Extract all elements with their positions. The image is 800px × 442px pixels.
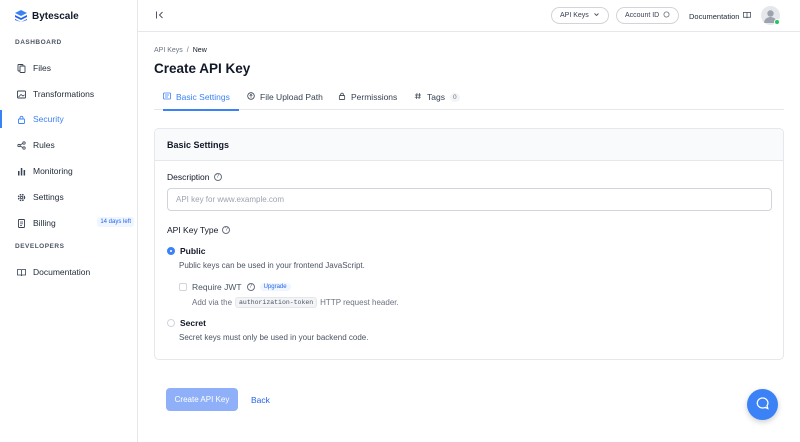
breadcrumb: API Keys / New xyxy=(154,47,207,54)
tab-tags[interactable]: Tags 0 xyxy=(414,84,460,110)
public-radio-option[interactable]: Public xyxy=(167,246,206,256)
sidebar-item-security[interactable]: Security xyxy=(0,108,137,130)
require-jwt-description: Add via the authorization-token HTTP req… xyxy=(192,297,399,308)
developers-section-label: DEVELOPERS xyxy=(15,243,65,250)
share-icon xyxy=(17,140,26,150)
account-id-label: Account ID xyxy=(625,12,660,19)
book-icon xyxy=(743,11,752,21)
sidebar-item-monitoring[interactable]: Monitoring xyxy=(0,160,137,182)
sidebar-item-label: Monitoring xyxy=(33,166,73,176)
page-title: Create API Key xyxy=(154,61,251,76)
description-input[interactable] xyxy=(167,188,772,211)
online-status-dot xyxy=(774,19,780,25)
secret-radio-option[interactable]: Secret xyxy=(167,318,206,328)
tab-basic-settings[interactable]: Basic Settings xyxy=(163,84,239,111)
back-link[interactable]: Back xyxy=(251,395,270,405)
bytescale-logo-icon xyxy=(15,10,27,22)
require-jwt-label: Require JWT xyxy=(192,282,242,292)
account-id-button[interactable]: Account ID xyxy=(616,7,680,24)
collapse-sidebar-icon[interactable] xyxy=(155,10,167,22)
jwt-desc-prefix: Add via the xyxy=(192,298,233,307)
public-radio[interactable] xyxy=(167,247,175,255)
key-type-label: API Key Type ? xyxy=(167,225,231,235)
upgrade-badge[interactable]: Upgrade xyxy=(259,283,291,291)
breadcrumb-parent-link[interactable]: API Keys xyxy=(154,47,183,54)
tab-label: Permissions xyxy=(351,92,398,102)
require-jwt-checkbox[interactable] xyxy=(179,283,187,291)
sidebar-item-rules[interactable]: Rules xyxy=(0,134,137,156)
sidebar-item-label: Documentation xyxy=(33,267,91,277)
jwt-desc-suffix: HTTP request header. xyxy=(320,298,399,307)
brand-name: Bytescale xyxy=(32,10,79,22)
sidebar-item-billing[interactable]: Billing 14 days left xyxy=(0,212,137,234)
tag-count-badge: 0 xyxy=(449,92,460,102)
tab-label: Basic Settings xyxy=(176,92,230,102)
top-bar: API Keys Account ID Documentation xyxy=(138,0,800,32)
tab-label: Tags xyxy=(427,92,445,102)
upload-icon xyxy=(247,92,255,102)
public-radio-label: Public xyxy=(180,246,206,256)
sidebar-item-label: Billing xyxy=(33,218,56,228)
dashboard-section-label: DASHBOARD xyxy=(15,39,62,46)
help-icon[interactable]: ? xyxy=(246,283,255,291)
image-icon xyxy=(17,90,26,99)
documentation-label: Documentation xyxy=(689,11,740,21)
document-icon xyxy=(17,218,26,228)
hash-icon xyxy=(414,92,422,102)
description-label-text: Description xyxy=(167,172,210,182)
api-keys-dropdown-label: API Keys xyxy=(560,12,589,19)
sidebar-item-transformations[interactable]: Transformations xyxy=(0,83,137,105)
card-header-title: Basic Settings xyxy=(155,129,783,161)
require-jwt-option[interactable]: Require JWT ? Upgrade xyxy=(179,282,291,292)
secret-radio-label: Secret xyxy=(180,318,206,328)
list-icon xyxy=(163,92,171,102)
chevron-down-icon xyxy=(593,11,600,20)
basic-settings-card: Basic Settings Description ? API Key Typ… xyxy=(154,128,784,360)
tab-bar: Basic Settings File Upload Path Permissi… xyxy=(154,84,784,111)
tab-permissions[interactable]: Permissions xyxy=(338,84,397,110)
help-icon[interactable]: ? xyxy=(213,173,222,181)
jwt-header-code: authorization-token xyxy=(235,297,318,308)
help-icon[interactable]: ? xyxy=(222,226,231,234)
tab-file-upload-path[interactable]: File Upload Path xyxy=(247,84,323,110)
tab-label: File Upload Path xyxy=(260,92,323,102)
lock-icon xyxy=(17,115,26,124)
key-type-label-text: API Key Type xyxy=(167,225,219,235)
logo[interactable]: Bytescale xyxy=(15,10,79,22)
sidebar-item-label: Security xyxy=(33,114,64,124)
files-icon xyxy=(17,63,26,73)
breadcrumb-separator: / xyxy=(186,47,189,54)
chat-support-button[interactable] xyxy=(747,389,778,420)
sidebar-item-documentation[interactable]: Documentation xyxy=(0,261,137,283)
sidebar-item-files[interactable]: Files xyxy=(0,57,137,79)
lock-icon xyxy=(338,92,346,102)
sidebar-item-label: Rules xyxy=(33,140,55,150)
secret-description: Secret keys must only be used in your ba… xyxy=(179,333,369,342)
copy-icon xyxy=(663,11,670,20)
book-icon xyxy=(17,268,26,277)
gear-icon xyxy=(17,193,26,202)
api-keys-dropdown[interactable]: API Keys xyxy=(551,7,609,24)
public-description: Public keys can be used in your frontend… xyxy=(179,261,365,270)
description-label: Description ? xyxy=(167,172,222,182)
trial-badge: 14 days left xyxy=(97,217,134,227)
sidebar-item-label: Transformations xyxy=(33,89,95,99)
breadcrumb-current: New xyxy=(192,47,207,54)
create-api-key-button[interactable]: Create API Key xyxy=(166,388,238,411)
bar-chart-icon xyxy=(17,167,26,176)
sidebar-item-label: Files xyxy=(33,63,51,73)
sidebar: Bytescale DASHBOARD Files Transformation… xyxy=(0,0,138,442)
chat-bubble-icon xyxy=(755,396,770,413)
sidebar-item-settings[interactable]: Settings xyxy=(0,186,137,208)
sidebar-item-label: Settings xyxy=(33,192,64,202)
secret-radio[interactable] xyxy=(167,319,175,327)
documentation-link[interactable]: Documentation xyxy=(689,11,752,21)
